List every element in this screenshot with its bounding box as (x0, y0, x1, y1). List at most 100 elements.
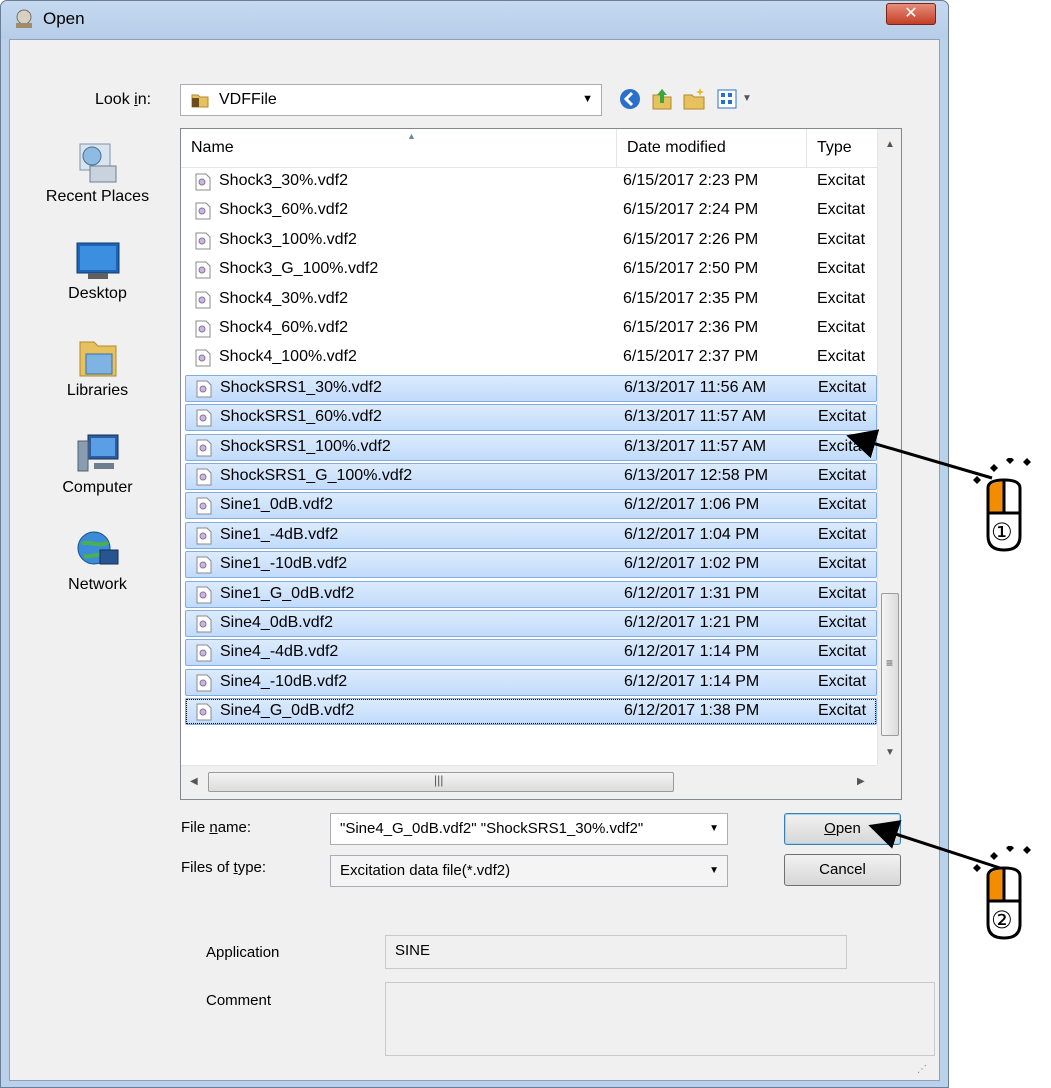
scroll-down-icon[interactable]: ▼ (885, 747, 895, 758)
file-name: Sine4_-4dB.vdf2 (220, 643, 339, 661)
vdf2-file-icon (196, 468, 212, 486)
cancel-button[interactable]: Cancel (784, 854, 901, 886)
file-row[interactable]: Sine4_-4dB.vdf2 6/12/2017 1:14 PM Excitat (185, 639, 877, 667)
file-date: 6/13/2017 11:57 AM (624, 437, 767, 455)
place-label: Libraries (66, 382, 129, 399)
open-button[interactable]: Open (784, 813, 901, 845)
file-name: Sine4_0dB.vdf2 (220, 614, 333, 631)
vdf2-file-icon (195, 320, 211, 338)
close-button[interactable]: ✕ (886, 3, 936, 25)
view-menu-icon[interactable] (716, 87, 740, 111)
file-date: 6/15/2017 2:24 PM (623, 201, 759, 219)
place-label: Desktop (68, 285, 127, 302)
place-desktop[interactable]: Desktop (20, 237, 175, 303)
file-row[interactable]: Shock3_G_100%.vdf2 6/15/2017 2:50 PM Excit… (185, 257, 877, 284)
file-type: Excitat (817, 319, 866, 336)
file-row[interactable]: ShockSRS1_30%.vdf2 6/13/2017 11:56 AM Exci… (185, 374, 877, 402)
place-label: Network (68, 576, 127, 593)
column-header-name[interactable]: Name (191, 139, 234, 157)
application-label: Application (206, 944, 280, 961)
sort-ascending-icon: ▲ (407, 131, 416, 141)
scroll-up-icon[interactable]: ▲ (885, 139, 895, 150)
file-date: 6/15/2017 2:35 PM (623, 289, 759, 307)
horizontal-scroll-thumb[interactable]: ||| (208, 772, 674, 792)
file-date: 6/12/2017 1:14 PM (624, 643, 760, 661)
file-type: Excitat (817, 230, 866, 248)
desktop-icon (76, 242, 119, 279)
file-row[interactable]: Sine1_-10dB.vdf2 6/12/2017 1:02 PM Excitat (185, 551, 877, 579)
libraries-icon (79, 341, 116, 377)
file-row[interactable]: Sine4_-10dB.vdf2 6/12/2017 1:14 PM Excitat (185, 668, 877, 696)
file-date: 6/12/2017 1:04 PM (624, 525, 760, 543)
filetype-select[interactable]: Excitation data file(*.vdf2) ▼ (330, 855, 728, 887)
file-name: Sine1_G_0dB.vdf2 (220, 584, 355, 602)
file-row[interactable]: Shock3_30%.vdf2 6/15/2017 2:23 PM Excitat (185, 169, 877, 196)
file-name: ShockSRS1_60%.vdf2 (220, 408, 382, 426)
file-date: 6/15/2017 2:36 PM (623, 319, 759, 336)
file-row[interactable]: ShockSRS1_100%.vdf2 6/13/2017 11:57 AM Exc… (185, 433, 877, 461)
column-header-type[interactable]: Type (817, 139, 852, 157)
filetype-label: Files of type: (181, 859, 267, 876)
vdf2-file-icon (195, 202, 211, 220)
place-libraries[interactable]: Libraries (20, 334, 175, 400)
file-date: 6/12/2017 1:14 PM (624, 672, 760, 690)
place-recent-places[interactable]: Recent Places (20, 140, 175, 206)
file-name: Shock3_100%.vdf2 (219, 230, 357, 248)
view-dropdown-icon[interactable]: ▼ (742, 93, 752, 104)
horizontal-scrollbar[interactable]: ◀ ||| ▶ (181, 765, 877, 799)
file-name: Sine1_0dB.vdf2 (220, 496, 333, 514)
vertical-scroll-thumb[interactable]: ≡ (881, 593, 899, 736)
vdf2-file-icon (196, 703, 212, 721)
file-row[interactable]: ShockSRS1_60%.vdf2 6/13/2017 11:57 AM Exci… (185, 404, 877, 432)
lookin-value: VDFFile (219, 91, 277, 108)
mouse-icon-2: ② (968, 844, 1038, 966)
file-name: ShockSRS1_100%.vdf2 (220, 437, 391, 455)
file-row[interactable]: Sine4_G_0dB.vdf2 6/12/2017 1:38 PM Excitat (185, 698, 877, 726)
file-type: Excitat (818, 437, 867, 455)
file-type: Excitat (818, 496, 867, 514)
scroll-left-icon[interactable]: ◀ (190, 776, 198, 787)
place-computer[interactable]: Computer (20, 431, 175, 497)
file-name: Shock4_60%.vdf2 (219, 319, 348, 336)
file-date: 6/15/2017 2:23 PM (623, 172, 759, 189)
file-row[interactable]: Shock3_100%.vdf2 6/15/2017 2:26 PM Excitat (185, 228, 877, 255)
chevron-down-icon[interactable]: ▼ (709, 823, 719, 834)
file-row[interactable]: Sine1_0dB.vdf2 6/12/2017 1:06 PM Excitat (185, 492, 877, 520)
places-bar: Recent Places Desktop Libraries Computer… (20, 122, 175, 782)
resize-grip-icon[interactable]: ⋰ (917, 1064, 927, 1075)
scroll-right-icon[interactable]: ▶ (857, 776, 865, 787)
lookin-combo[interactable]: VDFFile ▼ (180, 84, 602, 116)
file-row[interactable]: Shock4_60%.vdf2 6/15/2017 2:36 PM Excitat (185, 316, 877, 343)
filetype-value: Excitation data file(*.vdf2) (340, 862, 511, 879)
place-network[interactable]: Network (20, 528, 175, 594)
new-folder-icon[interactable] (682, 87, 706, 111)
vertical-scrollbar[interactable]: ▲ ≡ ▼ (877, 129, 901, 765)
file-name: ShockSRS1_G_100%.vdf2 (220, 467, 413, 484)
app-icon (16, 9, 32, 28)
column-divider[interactable] (616, 129, 617, 168)
file-list[interactable]: ▲ Name Date modified Type Shock3_30%.vdf… (180, 128, 902, 800)
file-name: Sine4_G_0dB.vdf2 (220, 702, 355, 720)
vdf2-file-icon (196, 586, 212, 604)
back-icon[interactable] (618, 87, 642, 111)
file-type: Excitat (818, 672, 867, 690)
file-row[interactable]: Sine1_-4dB.vdf2 6/12/2017 1:04 PM Excitat (185, 521, 877, 549)
up-folder-icon[interactable] (650, 87, 674, 111)
column-header-date-modified[interactable]: Date modified (627, 139, 726, 157)
filename-combo[interactable]: "Sine4_G_0dB.vdf2" "ShockSRS1_30%.vdf2" … (330, 813, 728, 845)
column-divider[interactable] (806, 129, 807, 168)
filename-input[interactable]: "Sine4_G_0dB.vdf2" "ShockSRS1_30%.vdf2" (340, 820, 643, 837)
file-row[interactable]: Sine1_G_0dB.vdf2 6/12/2017 1:31 PM Excitat (185, 580, 877, 608)
chevron-down-icon: ▼ (709, 865, 719, 876)
file-type: Excitat (818, 408, 867, 426)
place-label: Recent Places (45, 188, 150, 205)
file-row[interactable]: Shock3_60%.vdf2 6/15/2017 2:24 PM Excitat (185, 198, 877, 225)
file-date: 6/13/2017 12:58 PM (624, 467, 769, 484)
lookin-label: Look in: (95, 91, 152, 108)
file-row[interactable]: Sine4_0dB.vdf2 6/12/2017 1:21 PM Excitat (185, 610, 877, 637)
file-date: 6/12/2017 1:06 PM (624, 496, 760, 514)
file-date: 6/13/2017 11:56 AM (624, 378, 767, 396)
file-row[interactable]: Shock4_100%.vdf2 6/15/2017 2:37 PM Excitat (185, 345, 877, 372)
file-row[interactable]: Shock4_30%.vdf2 6/15/2017 2:35 PM Excitat (185, 287, 877, 314)
file-row[interactable]: ShockSRS1_G_100%.vdf2 6/13/2017 12:58 PM E… (185, 463, 877, 490)
